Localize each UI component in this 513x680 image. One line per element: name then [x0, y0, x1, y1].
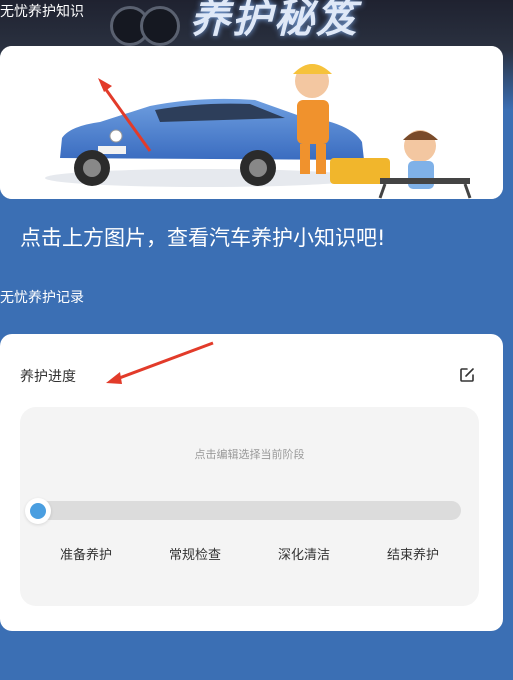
progress-slider-handle[interactable]	[25, 498, 51, 524]
stage-label-clean[interactable]: 深化清洁	[278, 544, 330, 563]
records-section-label: 无忧养护记录	[0, 290, 84, 306]
stage-label-inspect[interactable]: 常规检查	[169, 544, 221, 563]
hero-title-art: 养护秘笈	[190, 0, 358, 42]
banner-tap-hint: 点击上方图片，查看汽车养护小知识吧!	[20, 226, 386, 250]
maintenance-banner-image[interactable]	[0, 46, 503, 199]
knowledge-section-label: 无忧养护知识	[0, 4, 84, 20]
stage-label-finish[interactable]: 结束养护	[387, 544, 439, 563]
dashboard-gauge-right	[140, 6, 180, 46]
progress-card-title: 养护进度	[20, 369, 76, 385]
progress-slider-track[interactable]	[34, 501, 461, 520]
edit-icon[interactable]	[458, 366, 476, 384]
stage-label-prepare[interactable]: 准备养护	[60, 544, 112, 563]
stage-selector-hint: 点击编辑选择当前阶段	[194, 448, 305, 461]
